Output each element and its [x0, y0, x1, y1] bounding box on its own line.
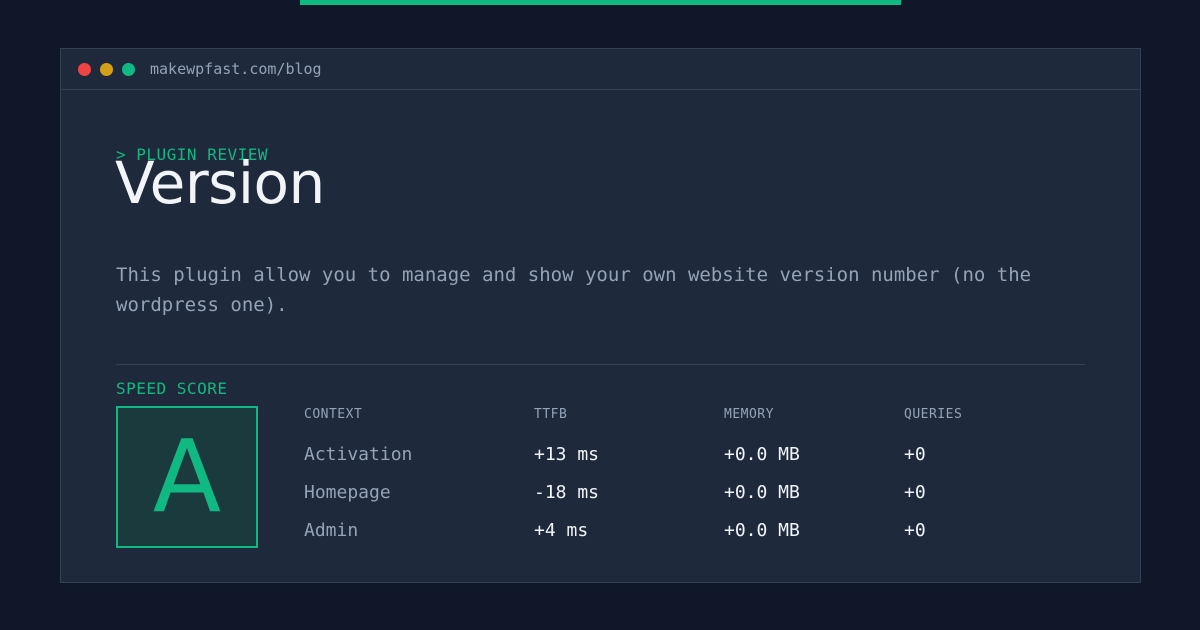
row-admin-memory: +0.0 MB — [724, 520, 800, 541]
minimize-dot-icon[interactable] — [100, 62, 113, 76]
row-admin-queries: +0 — [904, 520, 926, 541]
url-text: makewpfast.com/blog — [150, 60, 322, 78]
header-context: CONTEXT — [304, 407, 363, 422]
plugin-description: This plugin allow you to manage and show… — [116, 264, 1032, 316]
row-activation-memory: +0.0 MB — [724, 444, 800, 465]
grade-badge: A — [116, 406, 258, 548]
row-activation-context: Activation — [304, 444, 413, 465]
maximize-dot-icon[interactable] — [122, 62, 135, 76]
row-activation-ttfb: +13 ms — [534, 444, 600, 465]
header-queries: QUERIES — [904, 407, 963, 422]
row-admin-ttfb: +4 ms — [534, 520, 589, 541]
close-dot-icon[interactable] — [78, 62, 91, 76]
top-accent-bar — [300, 0, 901, 5]
row-homepage-memory: +0.0 MB — [724, 482, 800, 503]
grade-letter: A — [152, 418, 222, 535]
row-homepage-context: Homepage — [304, 482, 391, 503]
window-titlebar: makewpfast.com/blog — [61, 49, 1140, 90]
divider — [116, 364, 1085, 365]
header-memory: MEMORY — [724, 407, 774, 422]
metrics-table: CONTEXT TTFB MEMORY QUERIES Activation +… — [304, 407, 1104, 557]
row-activation-queries: +0 — [904, 444, 926, 465]
speed-score-label: SPEED SCORE — [116, 379, 228, 398]
page-title: Version — [115, 149, 325, 217]
browser-window: makewpfast.com/blog > PLUGIN REVIEW Vers… — [60, 48, 1141, 583]
header-ttfb: TTFB — [534, 407, 568, 422]
row-homepage-queries: +0 — [904, 482, 926, 503]
row-homepage-ttfb: -18 ms — [534, 482, 600, 503]
row-admin-context: Admin — [304, 520, 359, 541]
